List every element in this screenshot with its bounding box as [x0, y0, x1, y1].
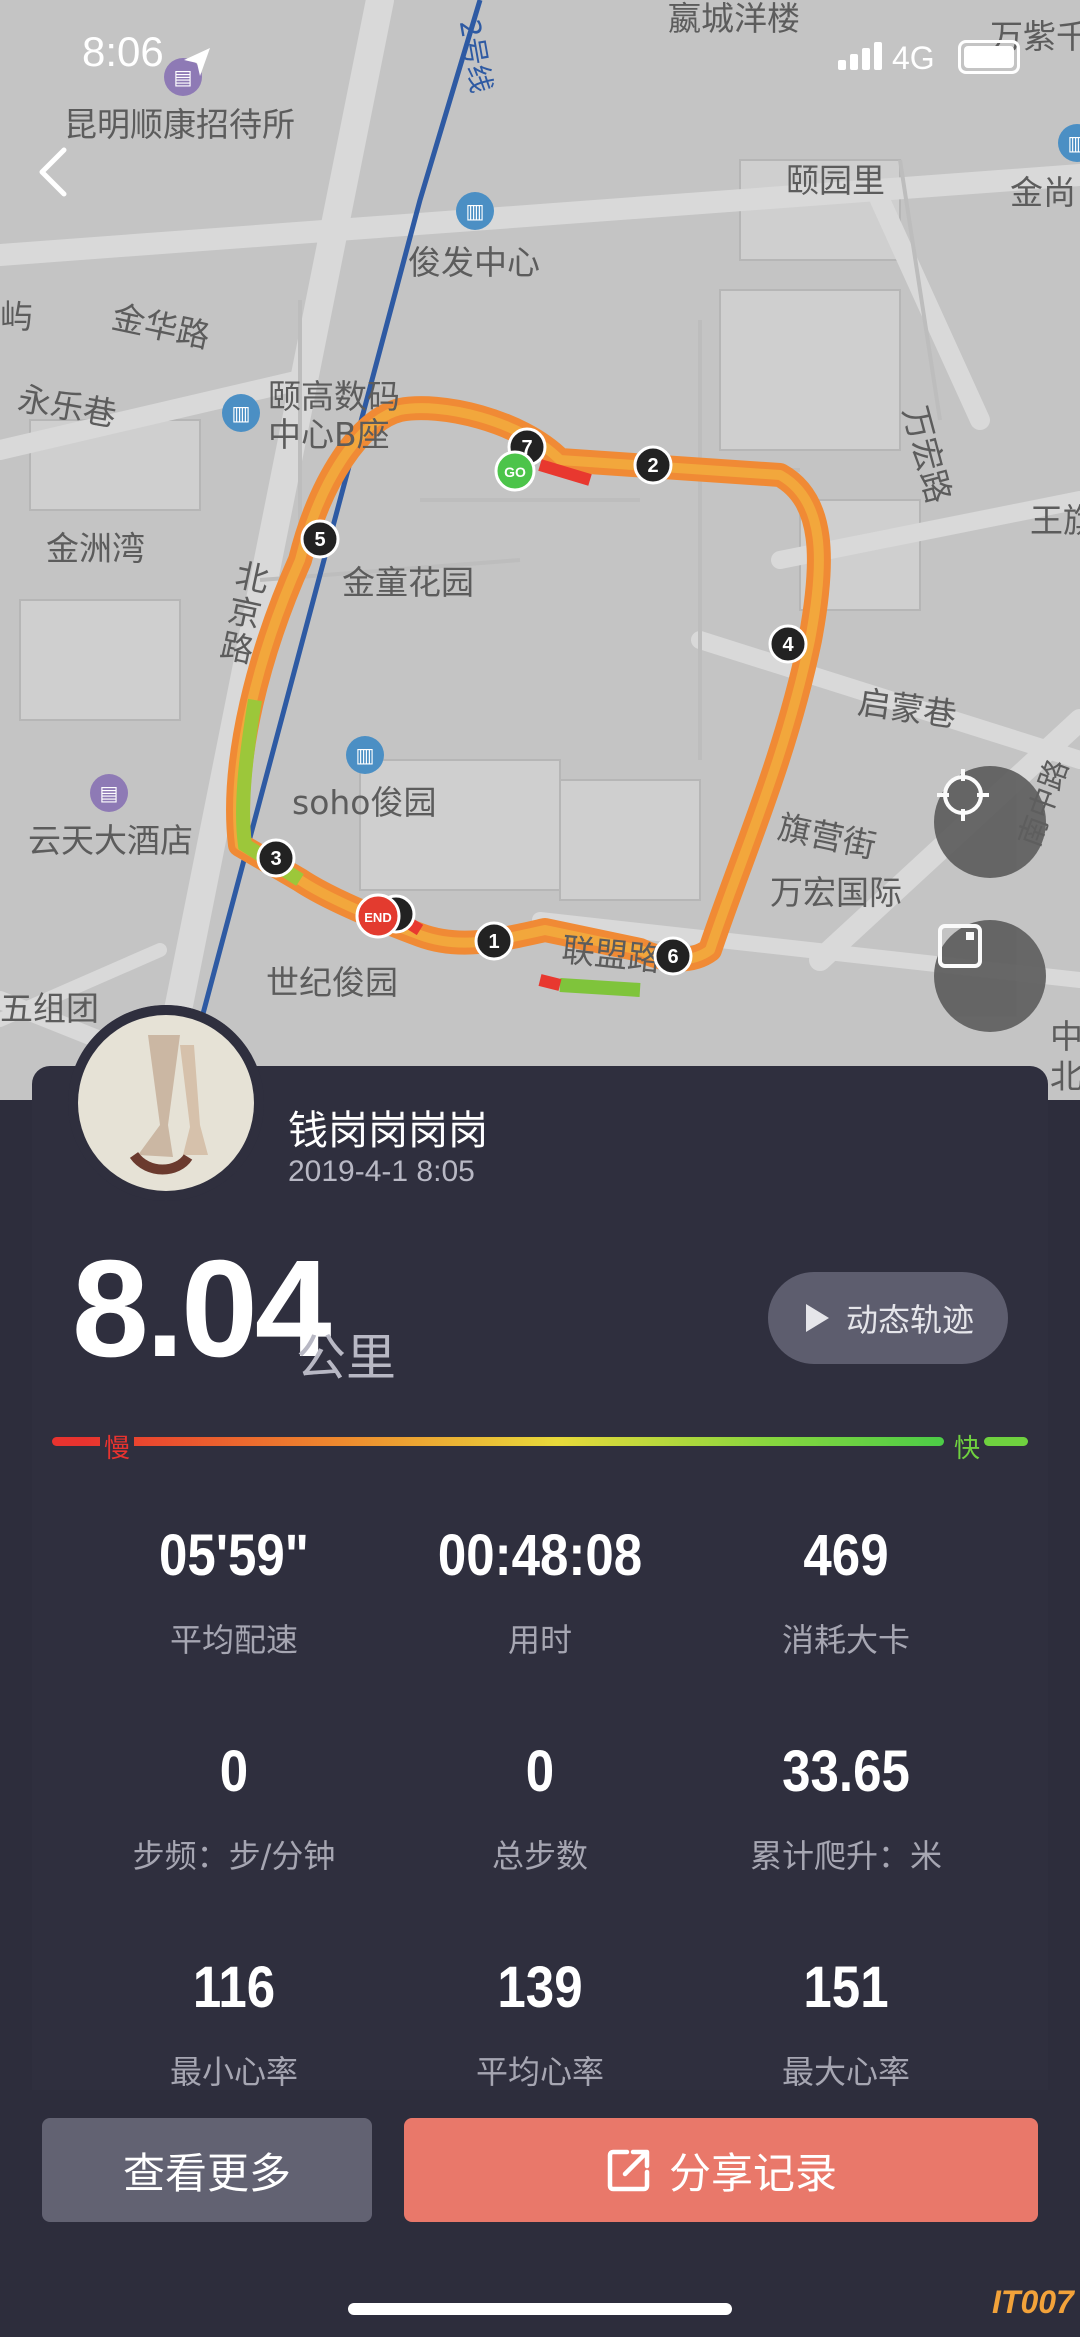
- play-icon: [805, 1304, 829, 1332]
- speed-fast-label: 快: [950, 1428, 985, 1465]
- stat-total-steps: 0 总步数: [390, 1738, 690, 1877]
- stat-label: 平均心率: [475, 2053, 604, 2091]
- km-marker-4: 4: [768, 624, 808, 664]
- stat-cadence: 0 步频：步/分钟: [84, 1738, 384, 1877]
- stat-value: 116: [192, 1955, 276, 2020]
- stat-value: 151: [803, 1955, 889, 2020]
- start-marker-label: GO: [504, 464, 526, 480]
- home-indicator[interactable]: [348, 2303, 732, 2315]
- status-time: 8:06: [82, 28, 164, 75]
- watermark-logo: IT007: [992, 2284, 1074, 2320]
- stat-value: 05'59": [159, 1523, 309, 1588]
- km-marker-label: 6: [667, 946, 678, 968]
- signal-icon: [838, 42, 882, 70]
- stat-max-heart-rate: 151 最大心率: [696, 1954, 996, 2093]
- network-type: 4G: [892, 40, 935, 76]
- km-marker-2: 2: [633, 445, 673, 485]
- square-frame-icon: [938, 924, 982, 968]
- speed-gradient-bar: [84, 1437, 944, 1446]
- stat-duration: 00:48:08 用时: [390, 1522, 690, 1661]
- km-marker-1: 1: [474, 921, 514, 961]
- km-marker-label: 5: [314, 529, 325, 551]
- route-map[interactable]: 嬴城洋楼 万紫千 昆明顺康招待所 颐园里 金尚 俊发中心 屿 金华路 永乐巷 颐…: [0, 0, 1080, 1100]
- stat-elevation-gain: 33.65 累计爬升：米: [696, 1738, 996, 1877]
- stat-label: 最小心率: [169, 2053, 298, 2091]
- crosshair-icon: [937, 769, 989, 821]
- stat-label: 平均配速: [169, 1621, 298, 1659]
- share-record-label: 分享记录: [668, 2148, 837, 2198]
- stat-label: 消耗大卡: [781, 1621, 910, 1659]
- km-marker-label: 2: [647, 455, 658, 477]
- view-more-button[interactable]: 查看更多: [42, 2118, 372, 2222]
- speed-bar-fast-end: [984, 1437, 1028, 1446]
- stat-value: 0: [219, 1739, 249, 1804]
- stat-value: 33.65: [782, 1739, 910, 1804]
- stat-value: 139: [497, 1955, 583, 2020]
- end-marker-label: END: [364, 910, 391, 925]
- replay-track-label: 动态轨迹: [845, 1301, 974, 1339]
- km-marker-5: 5: [300, 519, 340, 559]
- stat-avg-heart-rate: 139 平均心率: [390, 1954, 690, 2093]
- km-marker-label: 4: [782, 634, 794, 656]
- back-icon[interactable]: [34, 146, 74, 198]
- stat-label: 用时: [507, 1621, 572, 1659]
- stat-calories: 469 消耗大卡: [696, 1522, 996, 1661]
- stat-min-heart-rate: 116 最小心率: [84, 1954, 384, 2093]
- replay-track-button[interactable]: 动态轨迹: [768, 1272, 1008, 1364]
- share-record-button[interactable]: 分享记录: [404, 2118, 1038, 2222]
- stat-value: 00:48:08: [437, 1523, 643, 1588]
- stat-value: 0: [525, 1739, 555, 1804]
- km-marker-label: 3: [270, 848, 281, 870]
- km-marker-label: 1: [488, 931, 499, 953]
- stat-label: 最大心率: [781, 2053, 910, 2091]
- fullscreen-button[interactable]: [934, 920, 1046, 1032]
- km-marker-6: 6: [653, 936, 693, 976]
- run-datetime: 2019-4-1 8:05: [288, 1155, 475, 1188]
- stat-value: 469: [803, 1523, 889, 1588]
- stat-label: 步频：步/分钟: [132, 1837, 336, 1875]
- view-more-label: 查看更多: [122, 2148, 291, 2198]
- locate-button[interactable]: [934, 766, 1046, 878]
- km-marker-3: 3: [256, 838, 296, 878]
- stat-label: 总步数: [491, 1837, 588, 1875]
- route-markers: 1 2 3 4 5 6 7 END GO: [256, 427, 808, 976]
- stat-avg-pace: 05'59" 平均配速: [84, 1522, 384, 1661]
- user-name: 钱岗岗岗岗: [288, 1108, 488, 1154]
- share-icon: [607, 2149, 650, 2192]
- avatar[interactable]: [68, 1005, 264, 1201]
- distance-unit: 公里: [296, 1329, 396, 1387]
- speed-slow-label: 慢: [100, 1428, 135, 1465]
- stat-label: 累计爬升：米: [749, 1837, 942, 1875]
- avatar-photo: [68, 1005, 264, 1201]
- distance-value: 8.04: [72, 1232, 332, 1386]
- start-marker: GO: [494, 450, 536, 492]
- end-marker: END: [355, 893, 416, 939]
- location-arrow-icon: [184, 48, 210, 76]
- battery-icon: [958, 40, 1020, 74]
